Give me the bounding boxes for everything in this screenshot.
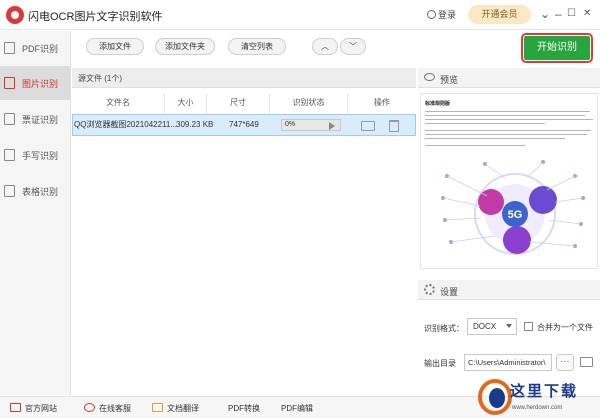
browse-button[interactable]: ··· xyxy=(556,354,574,371)
pdf-edit-link[interactable]: PDF编辑 xyxy=(281,403,313,414)
sidebar-item-image[interactable]: 图片识别 xyxy=(0,66,71,100)
merge-label: 合并为一个文件 xyxy=(537,323,593,332)
settings-label: 设置 xyxy=(440,287,459,297)
sidebar-item-table[interactable]: 表格识别 xyxy=(0,174,71,208)
add-folder-button[interactable]: 添加文件夹 xyxy=(155,38,215,55)
handwriting-icon xyxy=(4,149,15,161)
folder-icon[interactable] xyxy=(361,121,375,131)
app-title: 闪电OCR图片文字识别软件 xyxy=(28,11,163,23)
doc-translate-link[interactable]: 文档翻译 xyxy=(152,403,199,414)
preview-text-line xyxy=(425,138,565,140)
preview-text-line xyxy=(425,123,545,125)
ticket-icon xyxy=(4,113,15,125)
merge-checkbox[interactable] xyxy=(524,322,533,331)
column-header-name: 文件名 xyxy=(72,93,165,113)
format-value: DOCX xyxy=(473,322,497,331)
online-service-label: 在线客服 xyxy=(99,404,131,413)
table-icon xyxy=(4,185,15,197)
online-service-link[interactable]: 在线客服 xyxy=(84,403,131,414)
sidebar-item-label: 手写识别 xyxy=(22,151,59,161)
play-icon[interactable] xyxy=(329,122,335,130)
preview-text-line xyxy=(425,145,525,147)
column-header-status: 识别状态 xyxy=(270,93,348,113)
gear-icon xyxy=(424,284,435,295)
app-logo-icon xyxy=(6,6,24,24)
move-down-button[interactable]: ﹀ xyxy=(340,38,366,55)
watermark-url: www.herdown.com xyxy=(512,405,563,411)
sidebar-item-pdf[interactable]: PDF识别 xyxy=(0,31,71,65)
official-site-link[interactable]: 官方网站 xyxy=(10,403,57,414)
close-icon[interactable]: ✕ xyxy=(583,6,591,22)
user-icon xyxy=(427,10,436,19)
headset-icon xyxy=(84,403,95,412)
column-header-size: 大小 xyxy=(165,93,207,113)
preview-text-line xyxy=(425,111,590,113)
open-folder-icon[interactable] xyxy=(580,357,593,367)
preview-text-line xyxy=(425,119,593,121)
sidebar-item-handwriting[interactable]: 手写识别 xyxy=(0,138,71,172)
preview-text-line xyxy=(425,115,585,117)
preview-diagram: 5G xyxy=(441,160,585,255)
output-dir-label: 输出目录 xyxy=(424,359,456,368)
eye-icon xyxy=(424,73,435,81)
column-header-dimensions: 尺寸 xyxy=(207,93,270,113)
monitor-icon xyxy=(10,403,21,412)
output-dir-field[interactable]: C:\Users\Administrator\ xyxy=(464,354,552,371)
preview-label: 预览 xyxy=(440,75,459,85)
preview-doc-title: 标准规则版 xyxy=(425,101,451,107)
file-list-header: 源文件 (1个) xyxy=(72,68,416,88)
pdf-icon xyxy=(4,42,15,54)
start-recognition-button[interactable]: 开始识别 xyxy=(521,33,593,63)
doc-translate-label: 文档翻译 xyxy=(167,404,199,413)
file-dimensions-cell: 747*649 xyxy=(229,120,259,129)
column-header-actions: 操作 xyxy=(374,98,390,107)
format-label: 识别格式： xyxy=(424,324,464,333)
file-list-title: 源文件 (1个) xyxy=(78,74,122,83)
sidebar-item-label: PDF识别 xyxy=(22,44,59,54)
preview-image: 标准规则版 5G xyxy=(420,93,598,269)
sidebar-item-ticket[interactable]: 票证识别 xyxy=(0,102,71,136)
translate-icon xyxy=(152,403,163,412)
preview-text-line xyxy=(425,134,587,136)
sidebar-item-label: 图片识别 xyxy=(22,79,59,89)
progress-label: 0% xyxy=(285,121,296,128)
sidebar-item-label: 票证识别 xyxy=(22,115,59,125)
pdf-convert-link[interactable]: PDF转换 xyxy=(228,403,260,414)
maximize-icon[interactable]: ☐ xyxy=(567,6,576,22)
file-size-cell: 309.23 KB xyxy=(176,120,214,129)
minimize-icon[interactable]: – xyxy=(555,6,562,22)
trash-icon[interactable] xyxy=(389,120,399,132)
official-site-label: 官方网站 xyxy=(25,404,57,413)
move-up-button[interactable]: ︿ xyxy=(312,38,338,55)
chevron-down-icon xyxy=(506,324,512,328)
login-link[interactable]: 登录 xyxy=(427,8,456,21)
menu-icon[interactable]: ⌄ xyxy=(540,6,550,22)
image-icon xyxy=(4,77,15,89)
login-label: 登录 xyxy=(438,10,457,20)
preview-text-line xyxy=(425,130,591,132)
sidebar-item-label: 表格识别 xyxy=(22,187,59,197)
watermark-text: 这里下载 xyxy=(510,382,579,400)
table-row[interactable]: QQ浏览器截图2021042211... 309.23 KB 747*649 0… xyxy=(72,114,416,136)
vip-button[interactable]: 开通会员 xyxy=(468,5,531,24)
add-file-button[interactable]: 添加文件 xyxy=(86,38,144,55)
clear-list-button[interactable]: 清空列表 xyxy=(228,38,286,55)
format-select[interactable]: DOCX xyxy=(467,318,517,335)
diagram-center-label: 5G xyxy=(508,209,523,221)
